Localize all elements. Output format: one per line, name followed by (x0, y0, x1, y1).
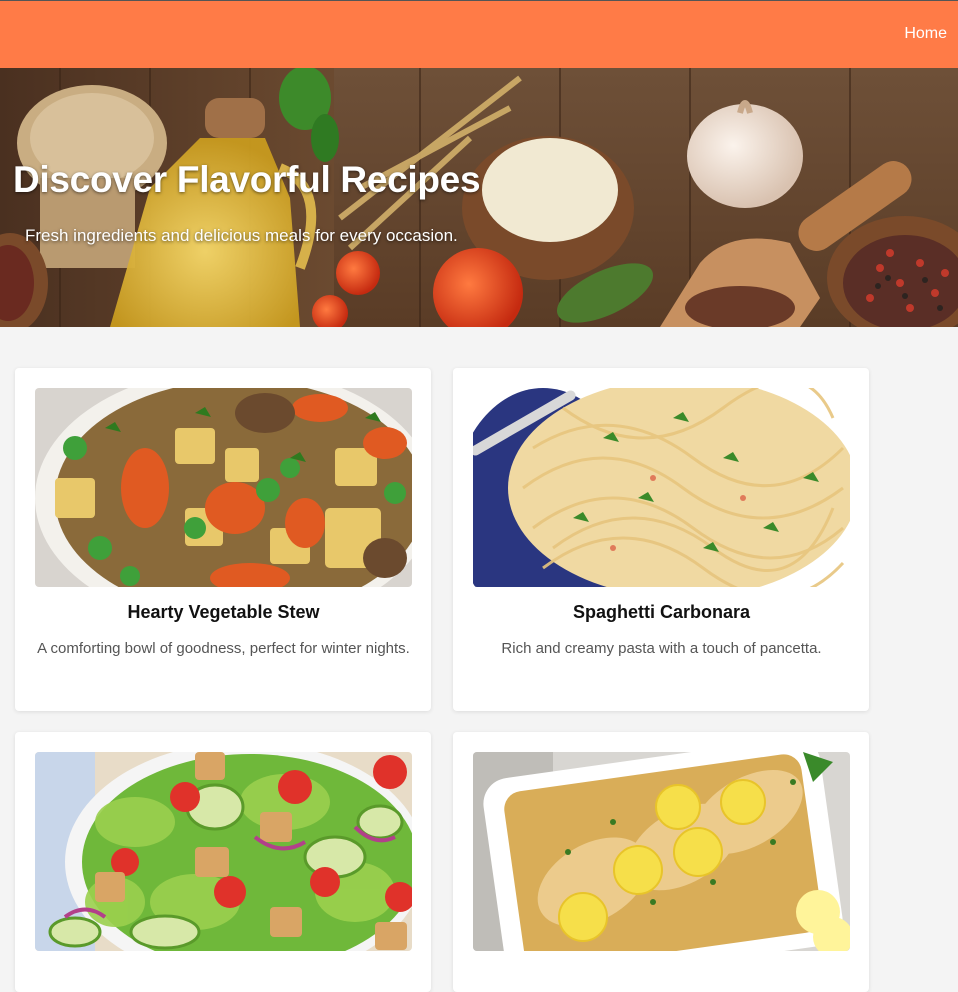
navbar: Home (0, 0, 958, 68)
recipe-image-garden-salad (35, 752, 412, 951)
recipe-image-lemon-chicken (473, 752, 850, 951)
recipe-description: A comforting bowl of goodness, perfect f… (37, 640, 410, 657)
hero-title: Discover Flavorful Recipes (13, 159, 481, 200)
recipe-card-3[interactable] (15, 732, 431, 992)
recipe-card-2[interactable]: Spaghetti Carbonara Rich and creamy past… (453, 368, 869, 711)
recipe-card-4[interactable] (453, 732, 869, 992)
recipe-title: Hearty Vegetable Stew (127, 602, 320, 622)
hero-banner: Discover Flavorful Recipes Fresh ingredi… (0, 68, 958, 327)
hero-subtitle: Fresh ingredients and delicious meals fo… (25, 226, 458, 245)
recipe-image-vegetable-stew (35, 388, 412, 587)
recipe-image-spaghetti-carbonara (473, 388, 850, 587)
recipe-title: Spaghetti Carbonara (572, 602, 751, 622)
recipe-card-1[interactable]: Hearty Vegetable Stew A comforting bowl … (15, 368, 431, 711)
nav-home-link[interactable]: Home (904, 25, 947, 43)
recipe-description: Rich and creamy pasta with a touch of pa… (501, 640, 822, 657)
